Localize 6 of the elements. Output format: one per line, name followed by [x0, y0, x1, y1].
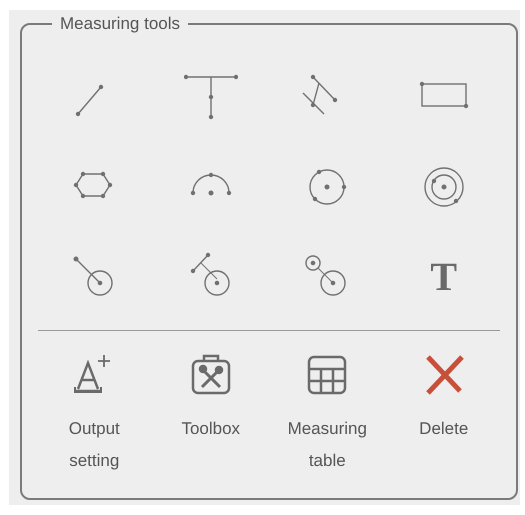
delete-button[interactable]: Delete: [394, 413, 494, 445]
output-button[interactable]: Output setting: [44, 413, 144, 477]
panel-title: Measuring tools: [59, 14, 182, 34]
table-button[interactable]: Measuring table: [277, 413, 378, 477]
text-tool-button[interactable]: T: [430, 257, 458, 297]
toolbox-button[interactable]: Toolbox: [160, 413, 261, 445]
